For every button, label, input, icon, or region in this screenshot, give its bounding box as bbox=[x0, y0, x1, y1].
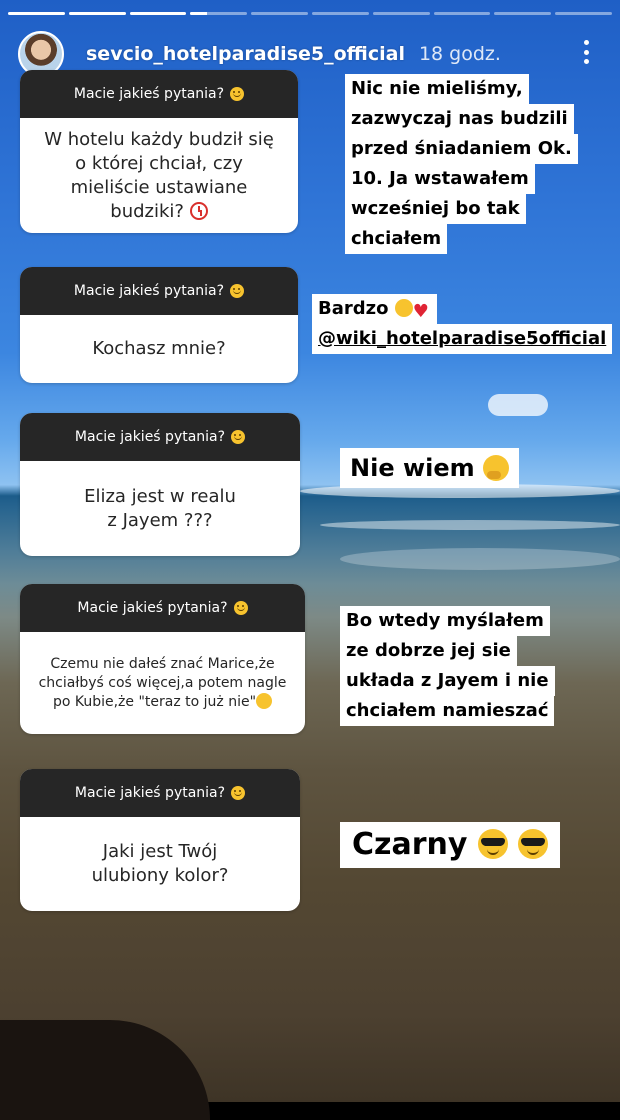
question-sticker-title: Macie jakieś pytania? bbox=[77, 600, 228, 616]
question-text: Jaki jest Twój ulubiony kolor? bbox=[91, 841, 229, 886]
question-sticker-title: Macie jakieś pytania? bbox=[74, 429, 226, 445]
thinking-face-icon bbox=[483, 455, 509, 481]
question-sticker-header: Macie jakieś pytania? bbox=[20, 267, 298, 315]
smiling-face-icon bbox=[230, 284, 245, 298]
question-text: Kochasz mnie? bbox=[92, 338, 226, 359]
smiling-face-icon bbox=[233, 601, 248, 615]
sunglasses-face-icon bbox=[477, 829, 508, 859]
question-text-area: Eliza jest w realu z Jayem ??? bbox=[20, 461, 300, 556]
answer-text: Nie wiem bbox=[340, 448, 519, 488]
question-sticker-title: Macie jakieś pytania? bbox=[73, 86, 225, 102]
question-sticker: Macie jakieś pytania? Eliza jest w realu… bbox=[20, 413, 300, 556]
question-text-area: Czemu nie dałeś znać Marice,że chciałbyś… bbox=[20, 632, 305, 734]
more-options-icon[interactable] bbox=[584, 40, 590, 64]
question-sticker-title: Macie jakieś pytania? bbox=[74, 785, 226, 801]
answer-text: Czarny bbox=[340, 822, 561, 868]
answer-text: Nic nie mieliśmy, zazwyczaj nas budzili … bbox=[345, 74, 578, 254]
wave bbox=[340, 548, 620, 570]
kissing-face-icon bbox=[394, 299, 413, 317]
alarm-clock-icon bbox=[189, 201, 208, 220]
story-progress-segment bbox=[251, 12, 308, 15]
question-text-area: W hotelu każdy budził się o której chcia… bbox=[20, 118, 298, 233]
username[interactable]: sevcio_hotelparadise5_official bbox=[86, 43, 405, 65]
story-progress-segment bbox=[372, 12, 430, 15]
post-time: 18 godz. bbox=[418, 43, 501, 65]
smiling-face-icon bbox=[231, 430, 246, 444]
story-progress-segment bbox=[190, 12, 248, 15]
smiling-face-icon bbox=[230, 87, 245, 101]
zany-face-icon bbox=[256, 692, 273, 709]
question-sticker-header: Macie jakieś pytania? bbox=[20, 413, 300, 461]
question-text-area: Kochasz mnie? bbox=[20, 315, 298, 383]
answer-text: Bardzo ♥ @wiki_hotelparadise5official bbox=[312, 294, 613, 354]
story-progress-segment bbox=[8, 12, 65, 15]
question-sticker-header: Macie jakieś pytania? bbox=[20, 769, 300, 817]
question-sticker: Macie jakieś pytania? Kochasz mnie? bbox=[20, 267, 298, 383]
question-text: Eliza jest w realu z Jayem ??? bbox=[84, 485, 236, 531]
story-progress-segment bbox=[311, 12, 369, 15]
sunglasses-face-icon bbox=[518, 829, 549, 859]
story-progress-bar bbox=[8, 12, 612, 15]
story-progress-segment bbox=[494, 12, 552, 15]
story-progress-segment bbox=[129, 12, 187, 15]
question-sticker-header: Macie jakieś pytania? bbox=[20, 70, 298, 118]
wave bbox=[320, 520, 620, 530]
question-sticker: Macie jakieś pytania? Czemu nie dałeś zn… bbox=[20, 584, 305, 734]
question-sticker-title: Macie jakieś pytania? bbox=[73, 283, 225, 299]
mention-link[interactable]: @wiki_hotelparadise5official bbox=[312, 324, 613, 354]
story-progress-segment bbox=[555, 12, 612, 15]
answer-text: Bo wtedy myślałem ze dobrze jej sie ukła… bbox=[340, 606, 555, 726]
story-progress-segment bbox=[433, 12, 491, 15]
question-sticker: Macie jakieś pytania? Jaki jest Twój ulu… bbox=[20, 769, 300, 911]
story-progress-segment bbox=[68, 12, 126, 15]
question-text-area: Jaki jest Twój ulubiony kolor? bbox=[20, 817, 300, 911]
question-sticker-header: Macie jakieś pytania? bbox=[20, 584, 305, 632]
question-text: Czemu nie dałeś znać Marice,że chciałbyś… bbox=[38, 655, 287, 710]
question-text: W hotelu każdy budził się o której chcia… bbox=[44, 128, 274, 222]
cloud bbox=[488, 394, 548, 416]
question-sticker: Macie jakieś pytania? W hotelu każdy bud… bbox=[20, 70, 298, 233]
red-heart-icon: ♥ bbox=[412, 301, 429, 322]
smiling-face-icon bbox=[231, 786, 246, 800]
